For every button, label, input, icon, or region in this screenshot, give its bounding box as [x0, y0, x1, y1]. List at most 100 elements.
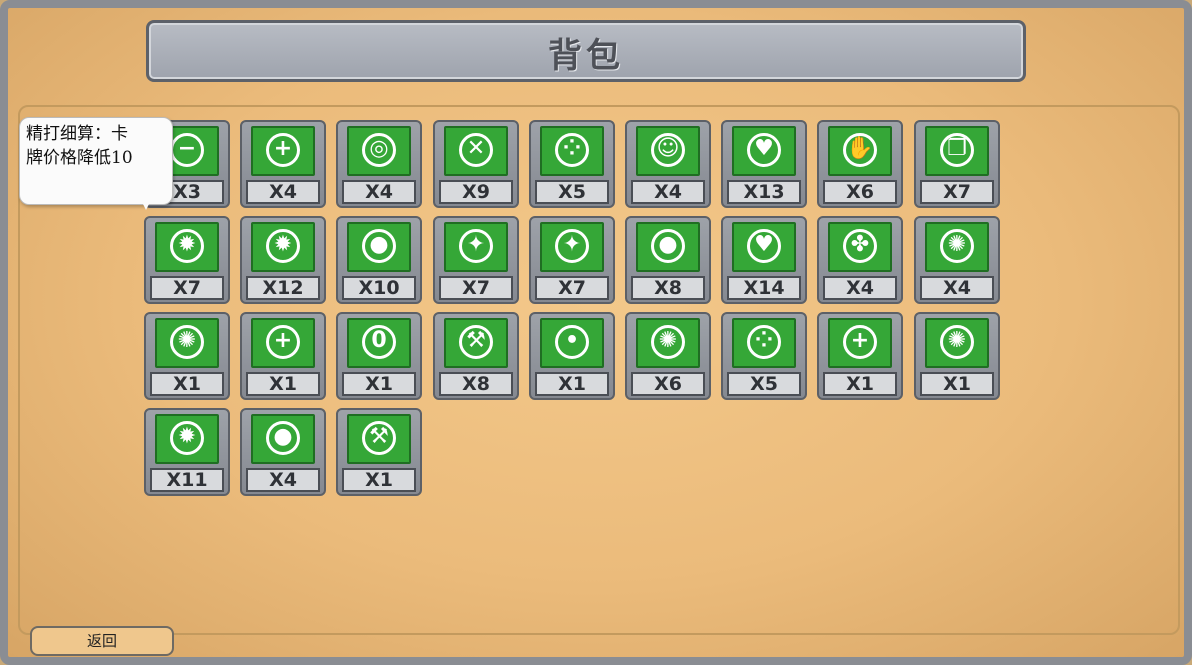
plus-cycle-icon: + [251, 318, 315, 368]
tooltip-line-2: 牌价格降低10 [26, 148, 133, 168]
item-count: X1 [920, 372, 994, 396]
item-count: X10 [342, 276, 416, 300]
inventory-slot[interactable]: ✺ X4 [914, 216, 1000, 304]
icon-glyph: ● [273, 424, 293, 449]
title-banner: 背包 [136, 14, 1036, 88]
inventory-slot[interactable]: ✺ X6 [625, 312, 711, 400]
item-count: X7 [920, 180, 994, 204]
item-count: X6 [823, 180, 897, 204]
item-count: X4 [823, 276, 897, 300]
inventory-slot[interactable]: ⁘ X5 [529, 120, 615, 208]
item-count: X13 [727, 180, 801, 204]
inventory-slot[interactable]: ● X10 [336, 216, 422, 304]
flame-mouth-icon: ✺ [636, 318, 700, 368]
inventory-slot[interactable]: + X1 [240, 312, 326, 400]
icon-glyph: ✤ [850, 232, 870, 257]
icon-glyph: ✦ [466, 232, 486, 257]
inventory-slot[interactable]: ⁘ X5 [721, 312, 807, 400]
icon-glyph: + [850, 328, 870, 353]
burst-minus-icon: ✹ [155, 222, 219, 272]
inventory-slot[interactable]: ✤ X4 [817, 216, 903, 304]
item-count: X1 [246, 372, 320, 396]
back-button[interactable]: 返回 [30, 626, 174, 656]
icon-glyph: + [273, 136, 293, 161]
inventory-slot[interactable]: ♥ X13 [721, 120, 807, 208]
hand-minus-icon: ✋ [828, 126, 892, 176]
fruit-plus-icon: ● [636, 222, 700, 272]
icon-glyph: ✋ [846, 136, 874, 161]
inventory-slot[interactable]: ✦ X7 [433, 216, 519, 304]
inventory-slot[interactable]: ☺ X4 [625, 120, 711, 208]
fan-icon: ✤ [828, 222, 892, 272]
item-count: X1 [342, 372, 416, 396]
inventory-slot[interactable]: ❐ X7 [914, 120, 1000, 208]
bomb-sparkle-icon: ● [347, 222, 411, 272]
fruit-plus-icon: ● [251, 414, 315, 464]
dice-plus-icon: + [251, 126, 315, 176]
tooltip-line-1: 精打细算：卡 [26, 124, 128, 144]
icon-glyph: ❐ [947, 136, 967, 161]
inventory-slot[interactable]: ♥ X14 [721, 216, 807, 304]
icon-glyph: ☺ [656, 136, 680, 161]
icon-glyph: ⚒ [369, 424, 389, 449]
watermark-logo [1100, 622, 1190, 662]
inventory-slot[interactable]: ✕ X9 [433, 120, 519, 208]
spike-plus-icon: ✦ [540, 222, 604, 272]
page-title: 背包 [548, 36, 624, 76]
dice-pair-plus-icon: ⁘ [732, 318, 796, 368]
monster-mouth-icon: ✺ [925, 318, 989, 368]
plus-heat-icon: + [828, 318, 892, 368]
item-count: X4 [342, 180, 416, 204]
inventory-slot[interactable]: ✹ X11 [144, 408, 230, 496]
item-count: X11 [150, 468, 224, 492]
face-cycle-icon: ☺ [636, 126, 700, 176]
item-count: X1 [150, 372, 224, 396]
icon-glyph: ✹ [177, 424, 197, 449]
zero-cycle-icon: 0 [347, 318, 411, 368]
inventory-slot[interactable]: ◎ X4 [336, 120, 422, 208]
icon-glyph: ♥ [754, 136, 774, 161]
item-count: X1 [823, 372, 897, 396]
inventory-slot[interactable]: + X4 [240, 120, 326, 208]
icon-glyph: ✦ [562, 232, 582, 257]
inventory-slot[interactable]: ● X4 [240, 408, 326, 496]
item-count: X6 [631, 372, 705, 396]
multi-dice-icon: ⁘ [540, 126, 604, 176]
tools-icon: ⚒ [347, 414, 411, 464]
tooltip-text: 精打细算：卡 牌价格降低10 [26, 122, 168, 170]
icon-glyph: + [273, 328, 293, 353]
item-count: X4 [246, 468, 320, 492]
item-count: X5 [727, 372, 801, 396]
inventory-slot[interactable]: ✺ X1 [144, 312, 230, 400]
icon-glyph: ⁘ [562, 136, 582, 161]
item-count: X5 [535, 180, 609, 204]
monster-mouth-icon: ✺ [925, 222, 989, 272]
target-icon: ◎ [347, 126, 411, 176]
inventory-slot[interactable]: 0 X1 [336, 312, 422, 400]
item-count: X4 [246, 180, 320, 204]
inventory-slot[interactable]: + X1 [817, 312, 903, 400]
icon-glyph: ✺ [947, 232, 967, 257]
inventory-slot[interactable]: ⚒ X8 [433, 312, 519, 400]
face-heart-icon: ♥ [732, 126, 796, 176]
item-count: X4 [631, 180, 705, 204]
inventory-slot[interactable]: ✹ X12 [240, 216, 326, 304]
icon-glyph: ● [658, 232, 678, 257]
item-count: X1 [342, 468, 416, 492]
inventory-slot[interactable]: ✹ X7 [144, 216, 230, 304]
item-count: X7 [535, 276, 609, 300]
inventory-slot[interactable]: ● X8 [625, 216, 711, 304]
icon-glyph: ✺ [947, 328, 967, 353]
inventory-slot[interactable]: ⚒ X1 [336, 408, 422, 496]
tooltip-pointer [140, 198, 152, 210]
icon-glyph: ✺ [177, 328, 197, 353]
inventory-slot[interactable]: ✋ X6 [817, 120, 903, 208]
inventory-slot[interactable]: ✺ X1 [914, 312, 1000, 400]
crosshair-x-icon: ✕ [444, 126, 508, 176]
inventory-slot[interactable]: • X1 [529, 312, 615, 400]
item-count: X9 [439, 180, 513, 204]
icon-glyph: ● [369, 232, 389, 257]
inventory-slot[interactable]: ✦ X7 [529, 216, 615, 304]
cards-icon: ❐ [925, 126, 989, 176]
item-tooltip: 精打细算：卡 牌价格降低10 [19, 117, 173, 205]
